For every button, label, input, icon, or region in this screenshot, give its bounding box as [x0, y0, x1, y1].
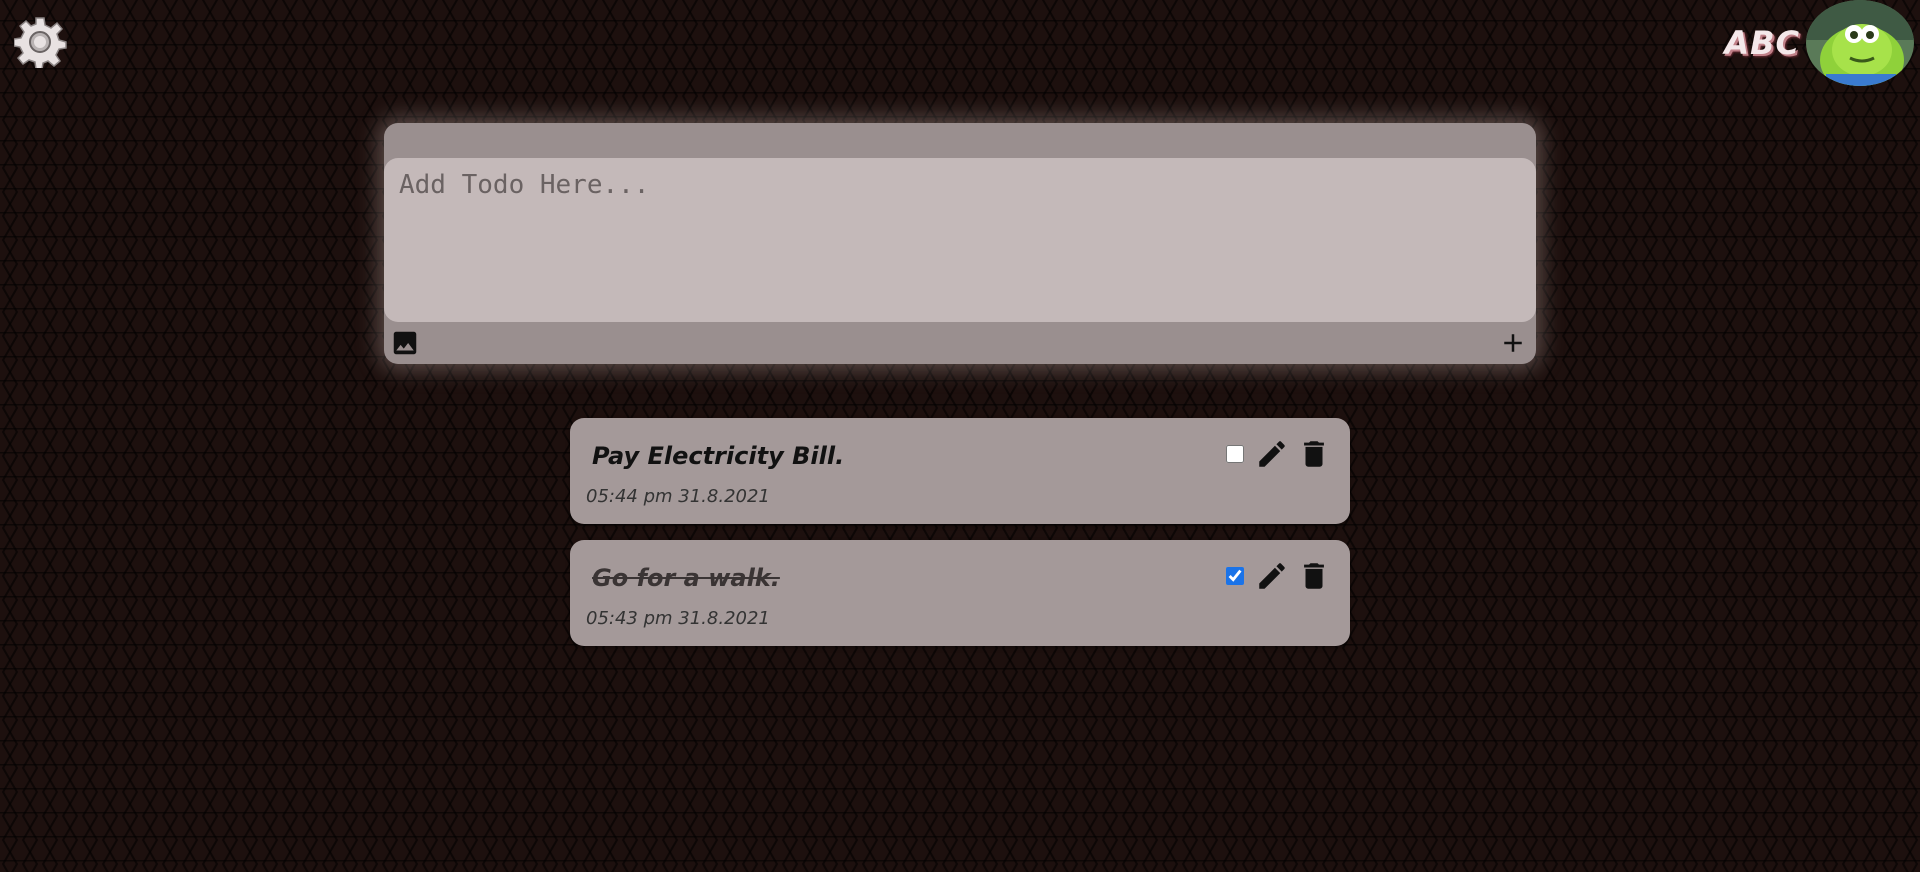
todo-actions [1226, 558, 1332, 594]
settings-button[interactable] [13, 16, 70, 70]
add-image-button[interactable] [390, 328, 420, 358]
gear-icon [13, 17, 67, 70]
user-name: ABC [1724, 24, 1800, 62]
pencil-icon [1259, 563, 1285, 589]
edit-button[interactable] [1254, 436, 1290, 472]
add-todo-input[interactable] [384, 158, 1536, 322]
user-area: ABC [1724, 0, 1914, 86]
todo-item: Pay Electricity Bill. 05:44 pm 31.8.2021 [570, 418, 1350, 524]
delete-button[interactable] [1296, 436, 1332, 472]
trash-icon [1304, 563, 1324, 589]
edit-button[interactable] [1254, 558, 1290, 594]
todo-text: Go for a walk. [592, 564, 780, 592]
avatar[interactable] [1806, 0, 1914, 86]
todo-item: Go for a walk. 05:43 pm 31.8.2021 [570, 540, 1350, 646]
delete-button[interactable] [1296, 558, 1332, 594]
todo-list: Pay Electricity Bill. 05:44 pm 31.8.2021… [570, 418, 1350, 662]
todo-timestamp: 05:43 pm 31.8.2021 [586, 608, 770, 629]
image-icon [393, 331, 417, 355]
todo-actions [1226, 436, 1332, 472]
todo-timestamp: 05:44 pm 31.8.2021 [586, 486, 770, 507]
plus-icon [1504, 334, 1522, 352]
pencil-icon [1259, 441, 1285, 467]
todo-text: Pay Electricity Bill. [592, 442, 845, 470]
add-todo-button[interactable] [1498, 328, 1528, 358]
todo-complete-checkbox[interactable] [1226, 567, 1244, 585]
trash-icon [1304, 441, 1324, 467]
todo-complete-checkbox[interactable] [1226, 445, 1244, 463]
add-todo-card [384, 123, 1536, 364]
avatar-image [1806, 0, 1914, 86]
